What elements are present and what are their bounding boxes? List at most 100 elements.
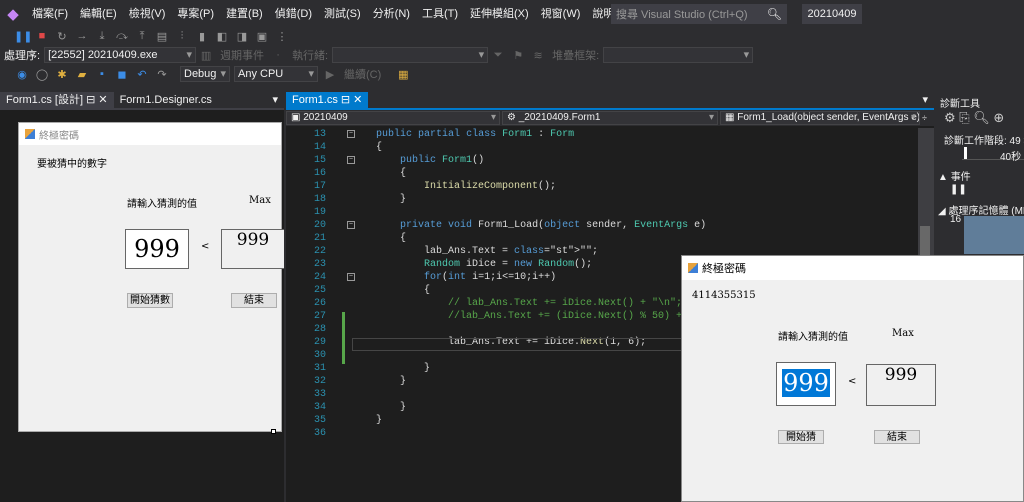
bookmark-next-icon[interactable]: ◨ [234,30,250,43]
prompt-label[interactable]: 請輸入猜測的值 [127,195,197,210]
code-line[interactable]: 16 { [286,167,918,180]
less-than-label[interactable]: < [201,241,209,252]
lifecycle-icon: ▥ [200,49,212,62]
menu-item[interactable]: 建置(B) [220,0,269,28]
collapse-icon[interactable]: − [347,130,355,138]
changed-lines-marker [342,312,345,364]
project-combo[interactable]: ▣ 20210409 [286,111,500,125]
restart-icon[interactable]: ↻ [54,30,70,43]
pin-icon[interactable]: ⊟ ✕ [83,94,108,106]
start-guess-button[interactable]: 開始猜數 [127,293,173,308]
step-over-icon[interactable]: ⤼ [114,30,130,43]
stop-icon[interactable]: ■ [34,30,50,42]
thread-combo[interactable] [332,47,489,63]
line-number: 23 [313,259,326,270]
running-form-titlebar[interactable]: 終極密碼 [682,256,1023,280]
line-number: 36 [313,428,326,439]
start-guess-button[interactable]: 開始猜 [778,430,824,444]
open-file-icon[interactable]: ▰ [74,68,90,81]
stackframe-combo[interactable] [603,47,754,63]
answer-label[interactable]: 要被猜中的數字 [37,155,107,170]
menu-item[interactable]: 檢視(V) [123,0,172,28]
code-line[interactable]: 19 [286,206,918,219]
split-icon[interactable]: ÷ [922,113,927,123]
max-value-label[interactable]: 999 [221,229,284,269]
threads-icon[interactable]: ⫶ [174,30,190,43]
step-out-icon[interactable]: ⤒ [134,30,150,43]
bookmark-clear-icon[interactable]: ▣ [254,30,270,43]
hex-icon[interactable]: ▤ [154,30,170,43]
method-combo[interactable]: ▦ Form1_Load(object sender, EventArgs e) [720,111,920,125]
collapse-icon[interactable]: − [347,273,355,281]
menu-item[interactable]: 專案(P) [171,0,220,28]
menu-items: 檔案(F) 編輯(E) 檢視(V) 專案(P) 建置(B) 偵錯(D) 測試(S) 分析(N)… [26,0,636,28]
max-label[interactable]: Max [249,195,271,206]
menu-item[interactable]: 延伸模組(X) [464,0,535,28]
prompt-label: 請輸入猜測的值 [778,332,848,343]
close-icon[interactable]: ⊟ ✕ [338,94,363,106]
menu-item[interactable]: 檔案(F) [26,0,74,28]
tab-form1-designer-cs[interactable]: Form1.Designer.cs [114,92,218,108]
step-into-icon[interactable]: ⤓ [94,30,110,43]
menu-item[interactable]: 工具(T) [416,0,464,28]
code-text: //lab_Ans.Text += (iDice.Next() % 50) + … [448,311,707,322]
code-line[interactable]: 15 − public Form1() [286,154,918,167]
redo-icon[interactable]: ↷ [154,68,170,81]
tab-list-dropdown-icon[interactable]: ▾ [266,92,284,108]
code-line[interactable]: 17 InitializeComponent(); [286,180,918,193]
stack-icon[interactable]: ≋ [530,49,546,62]
menu-item[interactable]: 編輯(E) [74,0,123,28]
save-icon[interactable]: ▪ [94,68,110,80]
bookmark-icon[interactable]: ▮ [194,30,210,43]
continue-icon[interactable]: ▶ [322,68,338,81]
events-section[interactable]: ▲ 事件 [938,168,971,183]
code-text: } [376,363,431,374]
end-button[interactable]: 結束 [874,430,920,444]
line-number: 22 [313,246,326,257]
resize-handle[interactable] [271,429,276,434]
code-line[interactable]: 20 − private void Form1_Load(object sende… [286,219,918,232]
process-combo[interactable]: [22552] 20210409.exe [44,47,197,63]
new-project-icon[interactable]: ✱ [54,68,70,81]
solution-name: 20210409 [802,4,862,24]
class-combo[interactable]: ⚙ _20210409.Form1 [502,111,718,125]
tab-form1-designer[interactable]: Form1.cs [設計] ⊟ ✕ [0,92,114,108]
save-all-icon[interactable]: ◼ [114,68,130,81]
browser-link-icon[interactable]: ▦ [395,68,411,81]
menu-item[interactable]: 偵錯(D) [269,0,318,28]
toolbar-overflow-icon[interactable]: ⋮ [274,30,290,43]
designer-form[interactable]: 終極密碼 要被猜中的數字 請輸入猜測的值 Max 999 < 999 開始猜數 … [18,122,284,432]
collapse-icon[interactable]: − [347,221,355,229]
undo-icon[interactable]: ↶ [134,68,150,81]
tab-form1-cs[interactable]: Form1.cs ⊟ ✕ [286,92,369,108]
designer-surface: 終極密碼 要被猜中的數字 請輸入猜測的值 Max 999 < 999 開始猜數 … [0,110,284,502]
menu-item[interactable]: 視窗(W) [535,0,587,28]
platform-combo[interactable]: Any CPU [234,66,318,82]
end-button[interactable]: 結束 [231,293,277,308]
guess-input[interactable]: 999 [776,362,836,406]
back-icon[interactable]: ◉ [14,68,30,81]
search-input[interactable]: 搜尋 Visual Studio (Ctrl+Q) 🔍︎ [611,4,787,24]
lifecycle-label[interactable]: 週期事件 [220,47,264,63]
editor-tab-dropdown-icon[interactable]: ▾ [916,92,934,108]
code-line[interactable]: 18 } [286,193,918,206]
config-combo[interactable]: Debug [180,66,230,82]
filter-icon[interactable]: ⏷ [490,49,506,62]
code-line[interactable]: 14 { [286,141,918,154]
bookmark-prev-icon[interactable]: ◧ [214,30,230,43]
code-line[interactable]: 21 { [286,232,918,245]
show-next-statement-icon[interactable]: → [74,30,90,42]
guess-input[interactable]: 999 [125,229,189,269]
menu-item[interactable]: 測試(S) [318,0,367,28]
diagnostics-toolbar-icons[interactable]: ⚙ ⎘ 🔍︎ ⊕ [944,110,1004,126]
running-form-window[interactable]: 終極密碼 4114355315 請輸入猜測的值 Max 999 < 999 開始… [681,255,1024,502]
code-text: } [376,402,407,413]
pause-icon[interactable]: ❚❚ [14,30,32,43]
forward-icon[interactable]: ◯ [34,68,50,81]
collapse-icon[interactable]: − [347,156,355,164]
flag-icon[interactable]: ⚑ [510,49,526,62]
code-line[interactable]: 13 − public partial class Form1 : Form [286,128,918,141]
code-text: public partial class Form1 : Form [376,129,575,140]
menu-item[interactable]: 分析(N) [367,0,416,28]
continue-button[interactable]: 繼續(C) [344,66,381,82]
